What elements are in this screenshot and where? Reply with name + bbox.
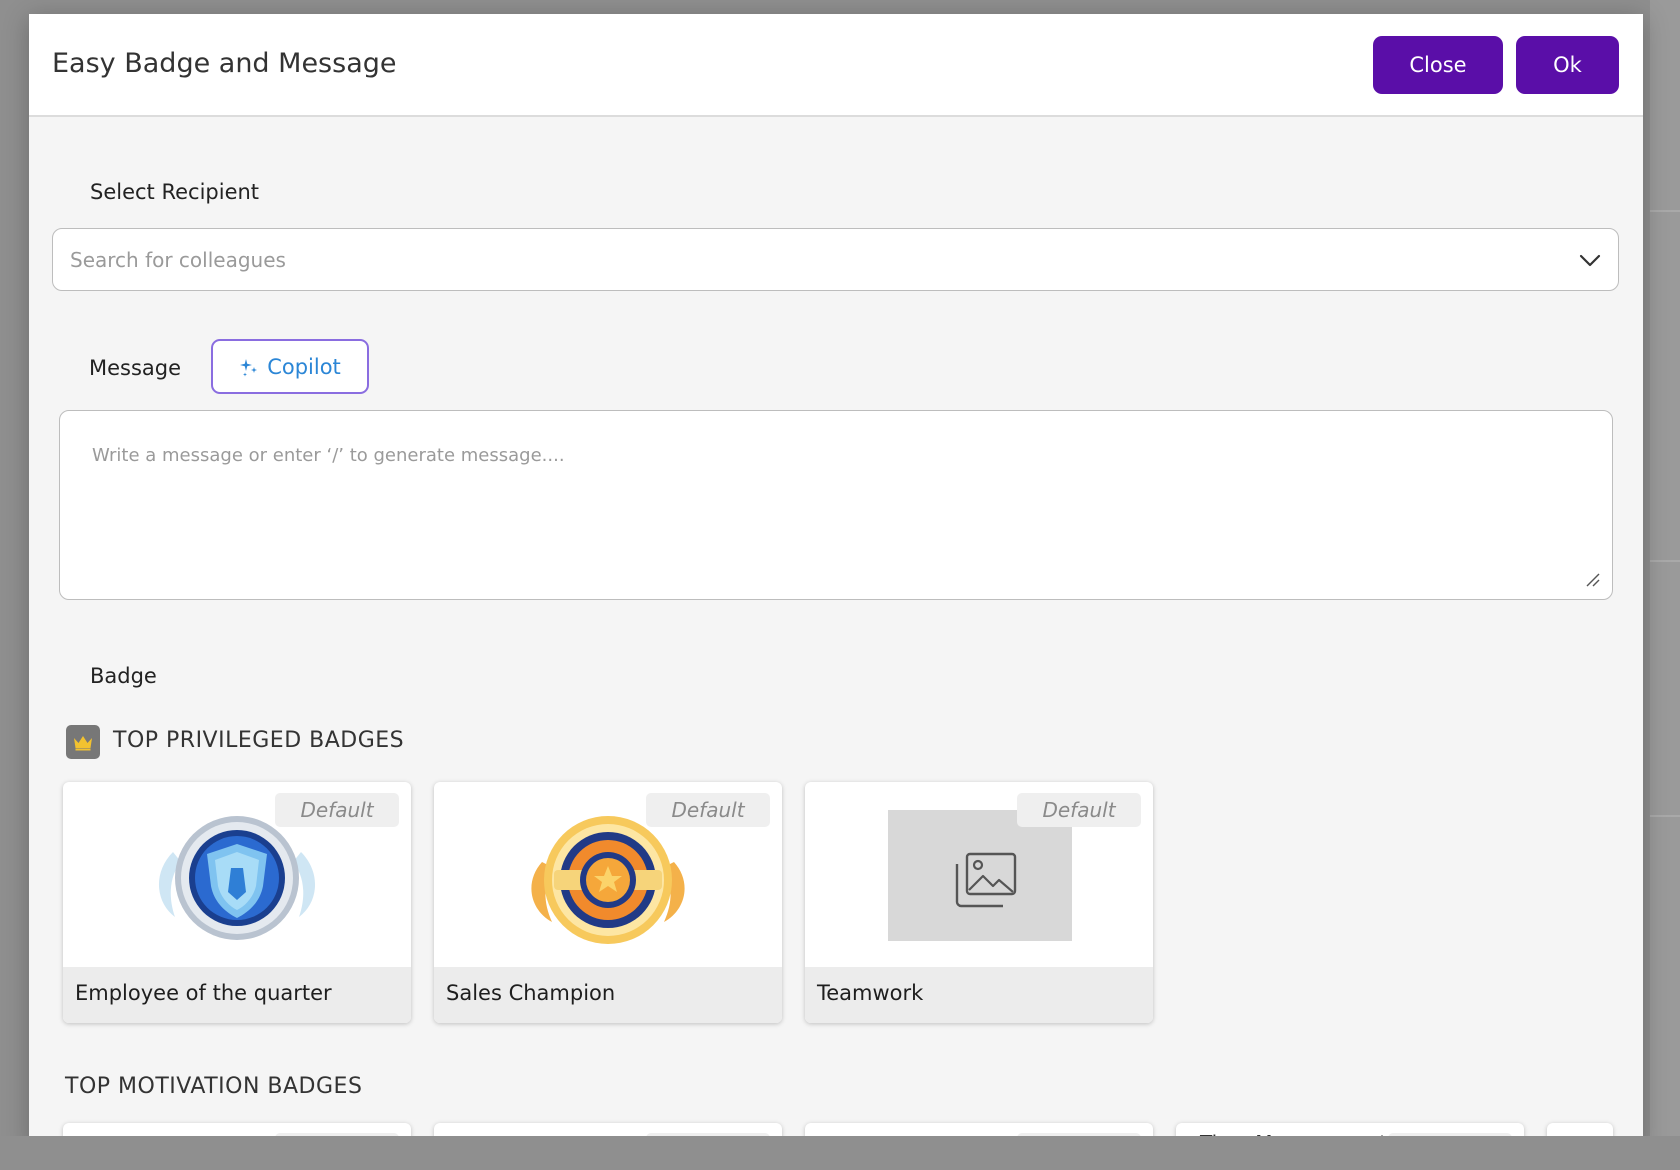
badge-card-sales-champion[interactable]: Default Sales Champion [434,782,782,1023]
default-tag: Default [1017,793,1141,827]
badge-label: Badge [90,664,157,688]
badge-name: Sales Champion [434,967,782,1023]
page-backdrop [1650,0,1680,1170]
recipient-search-input[interactable]: Search for colleagues [70,248,286,272]
chevron-down-icon[interactable] [1576,246,1604,274]
crown-icon [66,725,100,759]
close-button[interactable]: Close [1373,36,1503,94]
copilot-label: Copilot [267,354,341,379]
default-tag: Default [646,793,770,827]
sparkle-icon [240,358,258,376]
top-motivation-heading: TOP MOTIVATION BADGES [65,1074,363,1099]
backdrop-divider [1650,210,1680,212]
badge-name: Employee of the quarter [63,967,411,1023]
backdrop-divider [1650,815,1680,817]
message-textarea[interactable]: Write a message or enter ‘/’ to generate… [59,410,1613,600]
badge-card-teamwork[interactable]: Default Teamwork [805,782,1153,1023]
ok-button[interactable]: Ok [1516,36,1619,94]
default-tag: Default [275,793,399,827]
badge-name: Teamwork [805,967,1153,1023]
dialog-title: Easy Badge and Message [52,48,397,79]
copilot-button[interactable]: Copilot [211,339,369,394]
badge-card-employee-of-the-quarter[interactable]: Default Employee of the quarter [63,782,411,1023]
badge-message-dialog: Easy Badge and Message Close Ok Select R… [29,14,1643,1150]
recipient-label: Select Recipient [90,180,260,204]
message-label: Message [89,356,182,380]
top-privileged-heading: TOP PRIVILEGED BADGES [113,728,405,753]
resize-handle-icon[interactable] [1584,571,1600,587]
backdrop-divider [1650,560,1680,562]
message-placeholder: Write a message or enter ‘/’ to generate… [92,445,565,466]
dialog-header: Easy Badge and Message Close Ok [29,14,1643,117]
recipient-select[interactable]: Search for colleagues [52,228,1619,291]
page-backdrop-bottom [0,1136,1680,1170]
